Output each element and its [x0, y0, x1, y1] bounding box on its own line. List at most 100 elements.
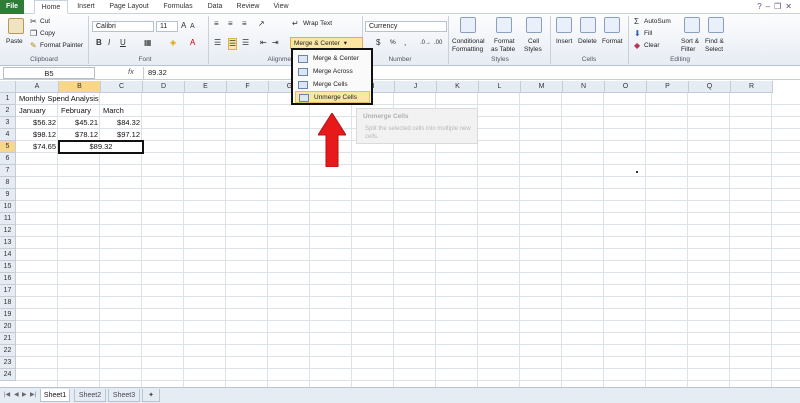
increase-decimal-icon[interactable]: .0→: [420, 38, 431, 48]
cell-styles-icon[interactable]: [526, 17, 542, 33]
first-sheet-icon[interactable]: |◀: [4, 391, 10, 398]
tab-page-layout[interactable]: Page Layout: [104, 0, 154, 14]
copy-icon[interactable]: ❐: [30, 29, 37, 39]
format-cells-icon[interactable]: [604, 17, 620, 33]
cell-a2-header[interactable]: January: [17, 105, 59, 117]
percent-button[interactable]: %: [390, 39, 396, 46]
find-select-button[interactable]: Find &: [705, 38, 724, 45]
row-header[interactable]: 12: [0, 225, 16, 237]
font-size-select[interactable]: 11: [156, 21, 178, 32]
next-sheet-icon[interactable]: ▶: [22, 391, 27, 398]
column-header[interactable]: M: [521, 81, 563, 93]
row-header[interactable]: 8: [0, 177, 16, 189]
format-as-table-icon[interactable]: [496, 17, 512, 33]
sheet-tab-sheet1[interactable]: Sheet1: [40, 389, 70, 402]
row-header[interactable]: 18: [0, 297, 16, 309]
cell-c2-header[interactable]: March: [101, 105, 143, 117]
window-controls[interactable]: ?–❐✕: [757, 2, 796, 11]
conditional-formatting-button[interactable]: Conditional: [452, 38, 485, 45]
row-header[interactable]: 24: [0, 369, 16, 381]
tab-review[interactable]: Review: [232, 0, 264, 14]
row-header[interactable]: 22: [0, 345, 16, 357]
conditional-formatting-icon[interactable]: [460, 17, 476, 33]
tab-formulas[interactable]: Formulas: [158, 0, 198, 14]
prev-sheet-icon[interactable]: ◀: [14, 391, 19, 398]
row-header[interactable]: 20: [0, 321, 16, 333]
insert-cells-icon[interactable]: [556, 17, 572, 33]
align-top-icon[interactable]: ≡: [214, 19, 219, 29]
row-header[interactable]: 10: [0, 201, 16, 213]
last-sheet-icon[interactable]: ▶|: [30, 391, 36, 398]
chevron-down-icon[interactable]: ▾: [344, 40, 347, 47]
column-header[interactable]: F: [227, 81, 269, 93]
decrease-decimal-icon[interactable]: .00: [434, 38, 442, 48]
column-header[interactable]: J: [395, 81, 437, 93]
row-header[interactable]: 21: [0, 333, 16, 345]
cell-styles-button[interactable]: Cell: [528, 38, 539, 45]
italic-icon[interactable]: I: [108, 38, 110, 48]
row-header[interactable]: 23: [0, 357, 16, 369]
cut-icon[interactable]: ✂: [30, 17, 37, 27]
select-all-corner[interactable]: [0, 81, 16, 93]
name-box[interactable]: B5: [3, 67, 95, 79]
row-header[interactable]: 15: [0, 261, 16, 273]
autosum-icon[interactable]: Σ: [634, 17, 639, 27]
cut-button[interactable]: Cut: [40, 18, 50, 25]
align-center-icon[interactable]: ☰: [228, 38, 238, 50]
row-header[interactable]: 16: [0, 273, 16, 285]
row-header[interactable]: 19: [0, 309, 16, 321]
bold-icon[interactable]: B: [96, 38, 102, 48]
wrap-text-button[interactable]: Wrap Text: [303, 20, 332, 27]
tab-view[interactable]: View: [268, 0, 294, 14]
cell-a5[interactable]: $74.65: [17, 141, 59, 153]
menu-item-unmerge-cells[interactable]: Unmerge Cells: [295, 91, 370, 103]
copy-button[interactable]: Copy: [40, 30, 55, 37]
row-header[interactable]: 11: [0, 213, 16, 225]
shrink-font-icon[interactable]: A: [190, 22, 195, 32]
column-header[interactable]: N: [563, 81, 605, 93]
help-icon[interactable]: ?: [757, 2, 765, 11]
sort-filter-button[interactable]: Sort &: [681, 38, 699, 45]
align-bottom-icon[interactable]: ≡: [242, 19, 247, 29]
fill-color-icon[interactable]: ◈: [170, 38, 176, 48]
cell-b3[interactable]: $45.21: [59, 117, 101, 129]
cell-b2-header[interactable]: February: [59, 105, 101, 117]
tab-data[interactable]: Data: [202, 0, 228, 14]
accounting-icon[interactable]: $: [376, 38, 380, 48]
column-header[interactable]: R: [731, 81, 773, 93]
column-header[interactable]: B: [59, 81, 101, 93]
sheet-tab-sheet2[interactable]: Sheet2: [74, 389, 106, 402]
delete-cells-icon[interactable]: [580, 17, 596, 33]
format-painter-icon[interactable]: ✎: [30, 41, 37, 51]
column-header[interactable]: O: [605, 81, 647, 93]
insert-cells-button[interactable]: Insert: [556, 38, 572, 45]
orientation-icon[interactable]: ↗: [258, 19, 265, 29]
column-header[interactable]: E: [185, 81, 227, 93]
row-header[interactable]: 9: [0, 189, 16, 201]
font-name-select[interactable]: Calibri: [92, 21, 154, 32]
fill-icon[interactable]: ⬇: [634, 29, 641, 39]
menu-item-merge-across[interactable]: Merge Across: [295, 66, 370, 78]
row-header[interactable]: 14: [0, 249, 16, 261]
font-color-icon[interactable]: A: [190, 38, 195, 48]
menu-item-merge-cells[interactable]: Merge Cells: [295, 79, 370, 91]
format-as-table-button[interactable]: Format: [494, 38, 515, 45]
wrap-text-icon[interactable]: ↵: [292, 19, 299, 29]
row-header[interactable]: 17: [0, 285, 16, 297]
clear-button[interactable]: Clear: [644, 42, 660, 49]
fx-icon[interactable]: fx: [128, 67, 134, 76]
comma-style-icon[interactable]: ,: [404, 38, 406, 48]
row-header[interactable]: 1: [0, 93, 16, 105]
sort-filter-icon[interactable]: [684, 17, 700, 33]
minimize-icon[interactable]: –: [766, 2, 774, 11]
tab-home[interactable]: Home: [34, 0, 68, 14]
cell-a4[interactable]: $98.12: [17, 129, 59, 141]
find-select-icon[interactable]: [708, 17, 724, 33]
format-painter-button[interactable]: Format Painter: [40, 42, 83, 49]
clear-icon[interactable]: ◆: [634, 41, 640, 51]
format-cells-button[interactable]: Format: [602, 38, 623, 45]
number-format-select[interactable]: Currency: [365, 21, 447, 32]
underline-icon[interactable]: U: [120, 38, 126, 48]
cell-a3[interactable]: $56.32: [17, 117, 59, 129]
paste-button[interactable]: Paste: [6, 38, 23, 45]
